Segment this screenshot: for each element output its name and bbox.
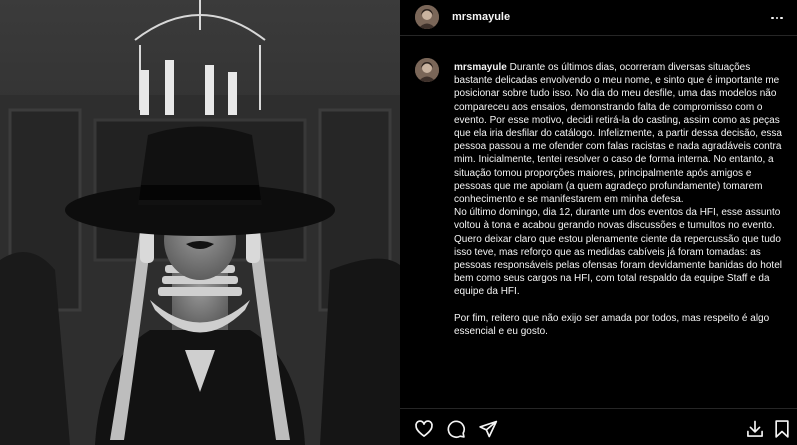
caption-paragraph: Por fim, reitero que não exijo ser amada… [454,312,770,338]
comment-button[interactable] [446,419,466,439]
post-actions-bar [400,408,797,445]
author-username[interactable]: mrsmayule [452,11,510,23]
caption-author-avatar[interactable] [415,58,439,82]
bookmark-icon [775,420,789,438]
caption-paragraph: mrsmayule Durante os últimos dias, ocorr… [454,61,787,206]
more-horizontal-icon [775,16,779,20]
avatar-image [415,58,439,82]
author-avatar[interactable] [415,5,439,29]
heart-icon [415,420,433,437]
like-button[interactable] [414,419,434,439]
caption-paragraph-text: Durante os últimos dias, ocorreram diver… [454,62,782,206]
more-horizontal-icon [771,16,774,20]
download-icon [747,420,763,437]
caption-paragraph: No último domingo, dia 12, durante um do… [454,207,782,298]
save-button[interactable] [772,419,792,439]
send-icon [479,420,498,438]
more-options-button[interactable] [769,10,785,26]
post-details-panel: mrsmayule mrsmayule Durante os últimos d… [400,0,797,445]
post-image [0,0,400,445]
avatar-image [415,5,439,29]
post-header: mrsmayule [400,0,797,36]
share-button[interactable] [478,419,498,439]
download-button[interactable] [745,419,765,439]
post-photo[interactable] [0,0,400,445]
more-horizontal-icon [780,16,783,20]
comment-icon [447,420,466,439]
caption-username[interactable]: mrsmayule [454,62,507,73]
caption-text: mrsmayule Durante os últimos dias, ocorr… [454,61,787,338]
